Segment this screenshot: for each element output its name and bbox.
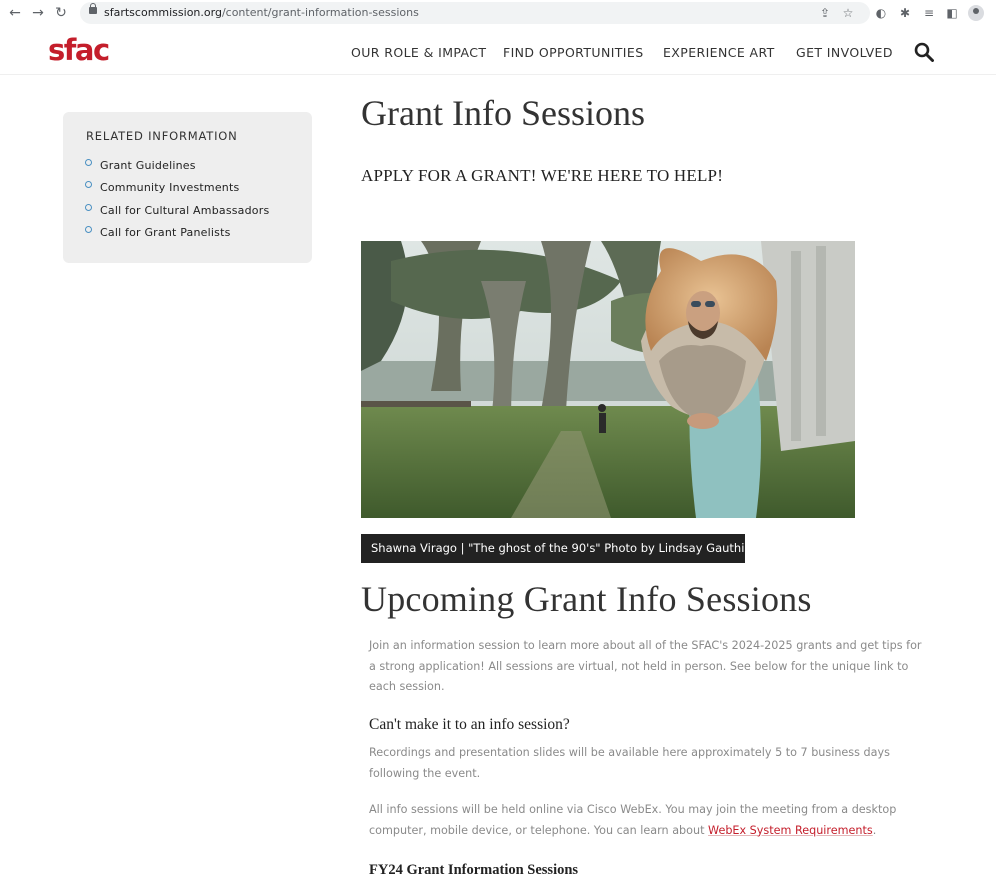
address-bar[interactable]: sfartscommission.org/content/grant-infor… xyxy=(80,2,870,24)
page-subtitle: APPLY FOR A GRANT! WE'RE HERE TO HELP! xyxy=(361,166,724,185)
nav-our-role[interactable]: OUR ROLE & IMPACT xyxy=(351,45,486,60)
nav-experience-art[interactable]: EXPERIENCE ART xyxy=(663,45,775,60)
puzzle-icon[interactable]: ✱ xyxy=(896,4,914,22)
nav-get-involved[interactable]: GET INVOLVED xyxy=(796,45,893,60)
nav-find-opportunities[interactable]: FIND OPPORTUNITIES xyxy=(503,45,644,60)
sidebar-item-grant-guidelines[interactable]: Grant Guidelines xyxy=(85,154,269,177)
related-information-sidebar: RELATED INFORMATION Grant Guidelines Com… xyxy=(63,112,312,263)
sfac-logo[interactable]: sfac xyxy=(48,34,110,66)
park-portrait-image xyxy=(361,241,855,518)
bookmark-star-icon[interactable]: ☆ xyxy=(840,5,856,21)
extension-icon[interactable]: ◐ xyxy=(872,4,890,22)
webex-requirements-link[interactable]: WebEx System Requirements xyxy=(708,824,873,837)
url-text[interactable]: sfartscommission.org/content/grant-infor… xyxy=(104,6,419,19)
webex-paragraph: All info sessions will be held online vi… xyxy=(369,803,897,837)
circle-bullet-icon xyxy=(85,203,92,211)
reading-list-icon[interactable]: ≡ xyxy=(920,4,938,22)
sidebar-item-community-investments[interactable]: Community Investments xyxy=(85,177,269,200)
circle-bullet-icon xyxy=(85,226,92,234)
lock-icon[interactable] xyxy=(89,3,97,14)
upcoming-sessions-heading: Upcoming Grant Info Sessions xyxy=(361,579,812,619)
fy24-sessions-heading: FY24 Grant Information Sessions xyxy=(369,862,579,878)
sidebar-item-grant-panelists[interactable]: Call for Grant Panelists xyxy=(85,222,269,245)
back-arrow-icon[interactable]: ← xyxy=(6,4,24,22)
circle-bullet-icon xyxy=(85,158,92,166)
photo-caption: Shawna Virago | "The ghost of the 90's" … xyxy=(361,534,756,563)
profile-avatar[interactable] xyxy=(968,5,984,21)
sidebar-title: RELATED INFORMATION xyxy=(86,129,238,143)
search-icon[interactable] xyxy=(914,42,934,62)
forward-arrow-icon[interactable]: → xyxy=(29,4,47,22)
side-panel-icon[interactable]: ◧ xyxy=(943,4,961,22)
browser-toolbar: ← → ↻ sfartscommission.org/content/grant… xyxy=(0,0,996,27)
site-header: sfac OUR ROLE & IMPACT FIND OPPORTUNITIE… xyxy=(0,26,996,75)
recordings-paragraph: Recordings and presentation slides will … xyxy=(369,746,890,780)
cant-make-heading: Can't make it to an info session? xyxy=(369,716,570,733)
intro-paragraph: Join an information session to learn mor… xyxy=(369,639,922,693)
sidebar-list: Grant Guidelines Community Investments C… xyxy=(85,154,269,244)
circle-bullet-icon xyxy=(85,181,92,189)
hero-photo xyxy=(361,241,855,518)
page-title: Grant Info Sessions xyxy=(361,93,645,133)
share-icon[interactable]: ⇪ xyxy=(817,5,833,21)
reload-icon[interactable]: ↻ xyxy=(52,4,70,22)
sidebar-item-cultural-ambassadors[interactable]: Call for Cultural Ambassadors xyxy=(85,199,269,222)
